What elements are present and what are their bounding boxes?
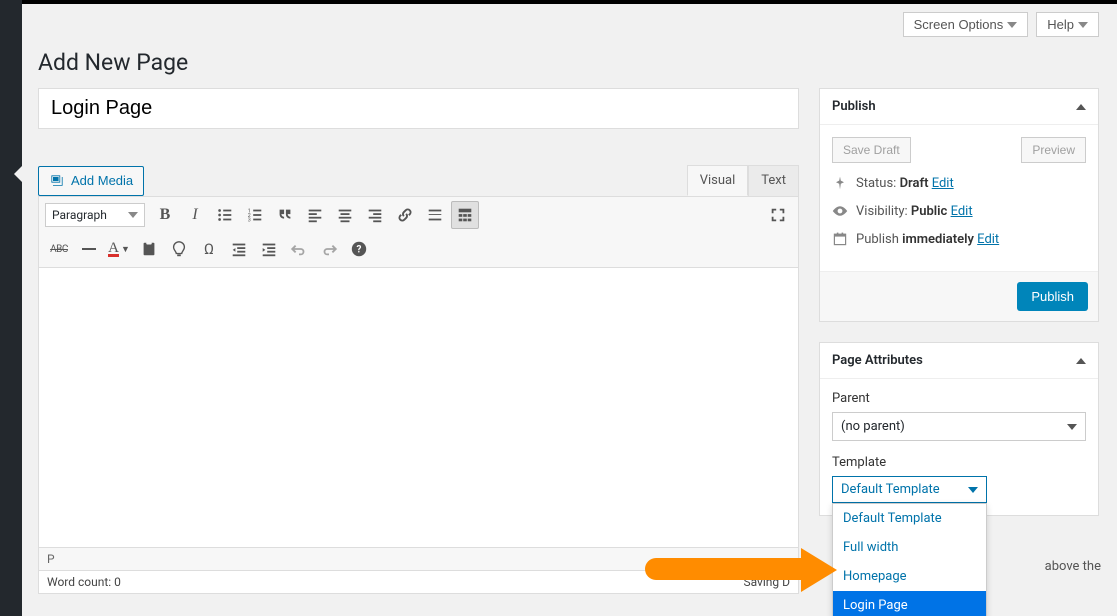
indent-button[interactable]	[255, 235, 283, 263]
hr-button[interactable]	[75, 235, 103, 263]
caret-down-icon	[1007, 22, 1017, 28]
add-media-button[interactable]: Add Media	[38, 166, 144, 196]
pin-icon	[832, 175, 848, 191]
template-option[interactable]: Full width	[833, 533, 986, 562]
collapse-icon	[1076, 358, 1086, 364]
keyboard-help-button[interactable]: ?	[345, 235, 373, 263]
collapse-icon	[1076, 104, 1086, 110]
template-option[interactable]: Default Template	[833, 504, 986, 533]
strikethrough-button[interactable]: ABC	[45, 235, 73, 263]
template-select[interactable]: Default Template	[832, 476, 987, 503]
caret-down-icon	[1078, 22, 1088, 28]
media-icon	[49, 173, 65, 189]
tab-visual[interactable]: Visual	[687, 165, 749, 196]
helper-text-fragment: above the	[1045, 559, 1101, 574]
attributes-heading-row[interactable]: Page Attributes	[820, 343, 1098, 379]
editor-path: P	[38, 548, 799, 571]
screen-options-button[interactable]: Screen Options	[903, 12, 1029, 37]
status-edit-link[interactable]: Edit	[932, 176, 954, 191]
format-select-label: Paragraph	[52, 208, 107, 222]
caret-down-icon	[128, 212, 138, 218]
toolbar-toggle-button[interactable]	[451, 201, 479, 229]
template-label: Template	[832, 455, 1086, 470]
status-value: Draft	[900, 176, 929, 191]
text-color-button[interactable]: A▼	[105, 235, 133, 263]
paste-text-button[interactable]	[135, 235, 163, 263]
redo-button[interactable]	[315, 235, 343, 263]
attributes-heading: Page Attributes	[832, 353, 923, 368]
help-label: Help	[1047, 17, 1074, 32]
publish-metabox: Publish Save Draft Preview Status: Draft…	[819, 88, 1099, 322]
page-heading: Add New Page	[38, 49, 1099, 76]
visibility-label: Visibility:	[856, 204, 908, 219]
more-button[interactable]	[421, 201, 449, 229]
menu-pointer-icon	[14, 166, 22, 182]
parent-label: Parent	[832, 391, 1086, 406]
undo-button[interactable]	[285, 235, 313, 263]
parent-select[interactable]: (no parent)	[832, 412, 1086, 441]
format-select[interactable]: Paragraph	[45, 203, 145, 227]
editor-content-area[interactable]	[38, 268, 799, 548]
template-select-value: Default Template	[841, 482, 940, 497]
publish-heading: Publish	[832, 99, 876, 114]
parent-select-value: (no parent)	[841, 419, 905, 434]
italic-button[interactable]: I	[181, 201, 209, 229]
publish-heading-row[interactable]: Publish	[820, 89, 1098, 125]
svg-text:3: 3	[248, 217, 251, 223]
template-option[interactable]: Login Page	[833, 591, 986, 616]
chevron-down-icon	[1067, 424, 1077, 430]
special-char-button[interactable]: Ω	[195, 235, 223, 263]
svg-text:?: ?	[357, 245, 362, 256]
align-left-button[interactable]	[301, 201, 329, 229]
align-center-button[interactable]	[331, 201, 359, 229]
visibility-value: Public	[911, 204, 947, 219]
link-button[interactable]	[391, 201, 419, 229]
help-button[interactable]: Help	[1036, 12, 1099, 37]
bold-button[interactable]: B	[151, 201, 179, 229]
chevron-down-icon	[968, 487, 978, 493]
screen-options-label: Screen Options	[914, 17, 1004, 32]
editor-toolbar: Paragraph B I 123	[38, 196, 799, 268]
word-count: Word count: 0	[47, 575, 121, 589]
tab-text[interactable]: Text	[748, 165, 799, 196]
clear-formatting-button[interactable]	[165, 235, 193, 263]
eye-icon	[832, 203, 848, 219]
numbered-list-button[interactable]: 123	[241, 201, 269, 229]
calendar-icon	[832, 231, 848, 247]
editor-tabs: Visual Text	[687, 165, 799, 196]
bullet-list-button[interactable]	[211, 201, 239, 229]
admin-sidebar-strip	[0, 0, 22, 616]
template-dropdown: Default TemplateFull widthHomepageLogin …	[832, 503, 987, 616]
visibility-edit-link[interactable]: Edit	[951, 204, 973, 219]
template-option[interactable]: Homepage	[833, 562, 986, 591]
outdent-button[interactable]	[225, 235, 253, 263]
schedule-value: immediately	[902, 232, 974, 247]
publish-button[interactable]: Publish	[1017, 282, 1088, 311]
fullscreen-button[interactable]	[764, 201, 792, 229]
align-right-button[interactable]	[361, 201, 389, 229]
status-label: Status:	[856, 176, 896, 191]
schedule-label: Publish	[856, 232, 899, 247]
page-attributes-metabox: Page Attributes Parent (no parent) Templ…	[819, 342, 1099, 516]
saving-status: Saving D	[743, 575, 790, 589]
preview-button[interactable]: Preview	[1021, 137, 1086, 163]
add-media-label: Add Media	[71, 173, 133, 188]
post-title-input[interactable]	[38, 88, 799, 129]
schedule-edit-link[interactable]: Edit	[977, 232, 999, 247]
blockquote-button[interactable]	[271, 201, 299, 229]
save-draft-button[interactable]: Save Draft	[832, 137, 911, 163]
